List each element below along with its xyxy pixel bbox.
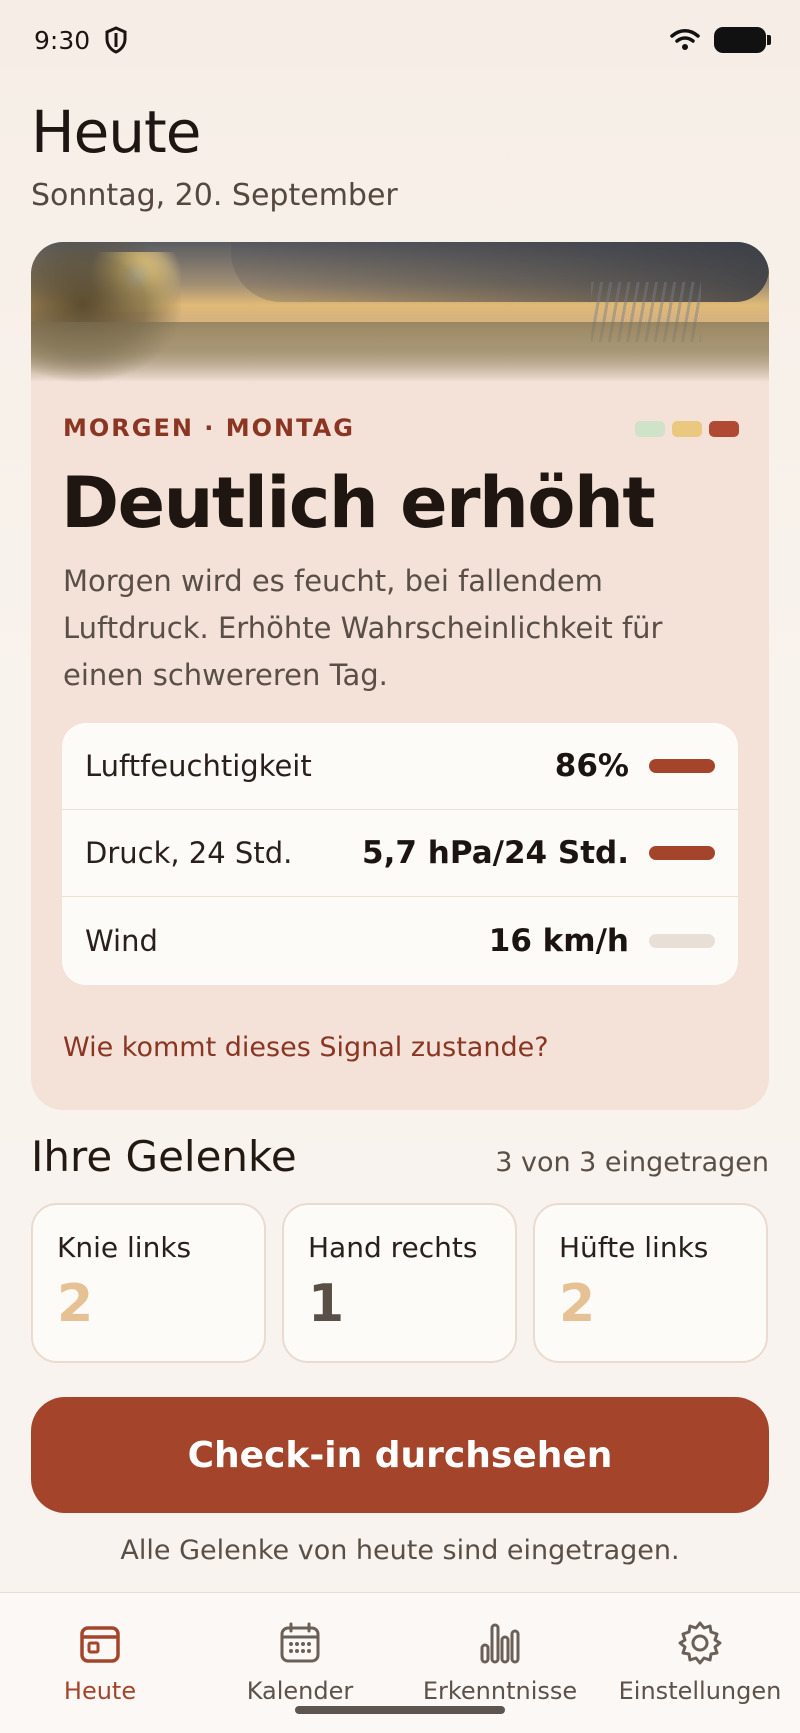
joint-card-hip-left[interactable]: Hüfte links 2 <box>533 1203 768 1363</box>
metric-level-bar <box>649 846 715 860</box>
metric-level-bar <box>649 933 715 948</box>
nav-label: Kalender <box>246 1677 354 1705</box>
joint-score: 2 <box>57 1274 94 1334</box>
metric-row-pressure: Druck, 24 Std. 5,7 hPa/24 Std. <box>62 810 738 897</box>
forecast-card: MORGEN · MONTAG Deutlich erhöht Morgen w… <box>31 242 769 1110</box>
joints-section-title: Ihre Gelenke <box>31 1132 297 1181</box>
metric-value: 16 km/h <box>488 922 629 959</box>
joint-score: 2 <box>559 1274 596 1334</box>
metric-label: Druck, 24 Std. <box>85 836 293 870</box>
nav-label: Erkenntnisse <box>422 1677 578 1705</box>
bar-chart-icon <box>480 1623 520 1664</box>
status-bar: 9:30 <box>0 0 800 80</box>
gear-icon <box>678 1621 722 1665</box>
joint-card-knee-left[interactable]: Knie links 2 <box>31 1203 266 1363</box>
joints-list: Knie links 2 Hand rechts 1 Hüfte links 2 <box>31 1203 769 1363</box>
metric-row-wind: Wind 16 km/h <box>62 897 738 984</box>
weather-metrics: Luftfeuchtigkeit 86% Druck, 24 Std. 5,7 … <box>62 723 738 985</box>
status-time: 9:30 <box>34 25 91 55</box>
calendar-grid-icon <box>280 1622 320 1663</box>
joint-name: Hand rechts <box>308 1231 478 1264</box>
joint-name: Knie links <box>57 1231 192 1264</box>
page-date: Sonntag, 20. September <box>31 178 398 213</box>
risk-level-indicator <box>635 421 739 437</box>
forecast-headline: Deutlich erhöht <box>61 462 656 544</box>
home-indicator[interactable] <box>295 1706 505 1714</box>
risk-level-high <box>709 421 739 437</box>
nav-label: Einstellungen <box>618 1677 782 1705</box>
joint-score: 1 <box>308 1274 345 1334</box>
metric-label: Luftfeuchtigkeit <box>85 749 312 783</box>
joints-count: 3 von 3 eingetragen <box>495 1147 769 1178</box>
risk-level-medium <box>672 421 702 437</box>
battery-icon <box>714 27 771 53</box>
nav-label: Heute <box>63 1677 137 1705</box>
check-in-status-note: Alle Gelenke von heute sind eingetragen. <box>120 1535 680 1566</box>
page-title: Heute <box>31 98 201 166</box>
landscape-shape <box>31 322 769 382</box>
metric-value: 86% <box>554 748 629 784</box>
metric-label: Wind <box>85 923 158 958</box>
metric-level-bar <box>649 759 715 773</box>
status-right <box>670 27 771 53</box>
signal-explanation-link[interactable]: Wie kommt dieses Signal zustande? <box>63 1032 549 1063</box>
metric-row-humidity: Luftfeuchtigkeit 86% <box>62 723 738 810</box>
nav-item-settings[interactable]: Einstellungen <box>600 1593 800 1733</box>
risk-level-low <box>635 421 665 437</box>
joint-card-hand-right[interactable]: Hand rechts 1 <box>282 1203 517 1363</box>
joint-name: Hüfte links <box>559 1231 709 1264</box>
wifi-icon <box>670 29 700 50</box>
forecast-description: Morgen wird es feucht, bei fallendem Luf… <box>63 564 663 692</box>
weather-hero-image <box>31 242 769 382</box>
calendar-today-icon <box>80 1626 120 1663</box>
metric-value: 5,7 hPa/24 Std. <box>362 835 629 871</box>
forecast-day-label: MORGEN · MONTAG <box>63 414 355 442</box>
status-left: 9:30 <box>34 26 128 55</box>
nav-item-today[interactable]: Heute <box>0 1593 200 1733</box>
shield-icon <box>105 26 127 54</box>
review-check-in-button[interactable]: Check-in durchsehen <box>31 1397 769 1513</box>
app-screen: 9:30 Heute Sonntag, 20. September MORGEN… <box>0 0 800 1733</box>
